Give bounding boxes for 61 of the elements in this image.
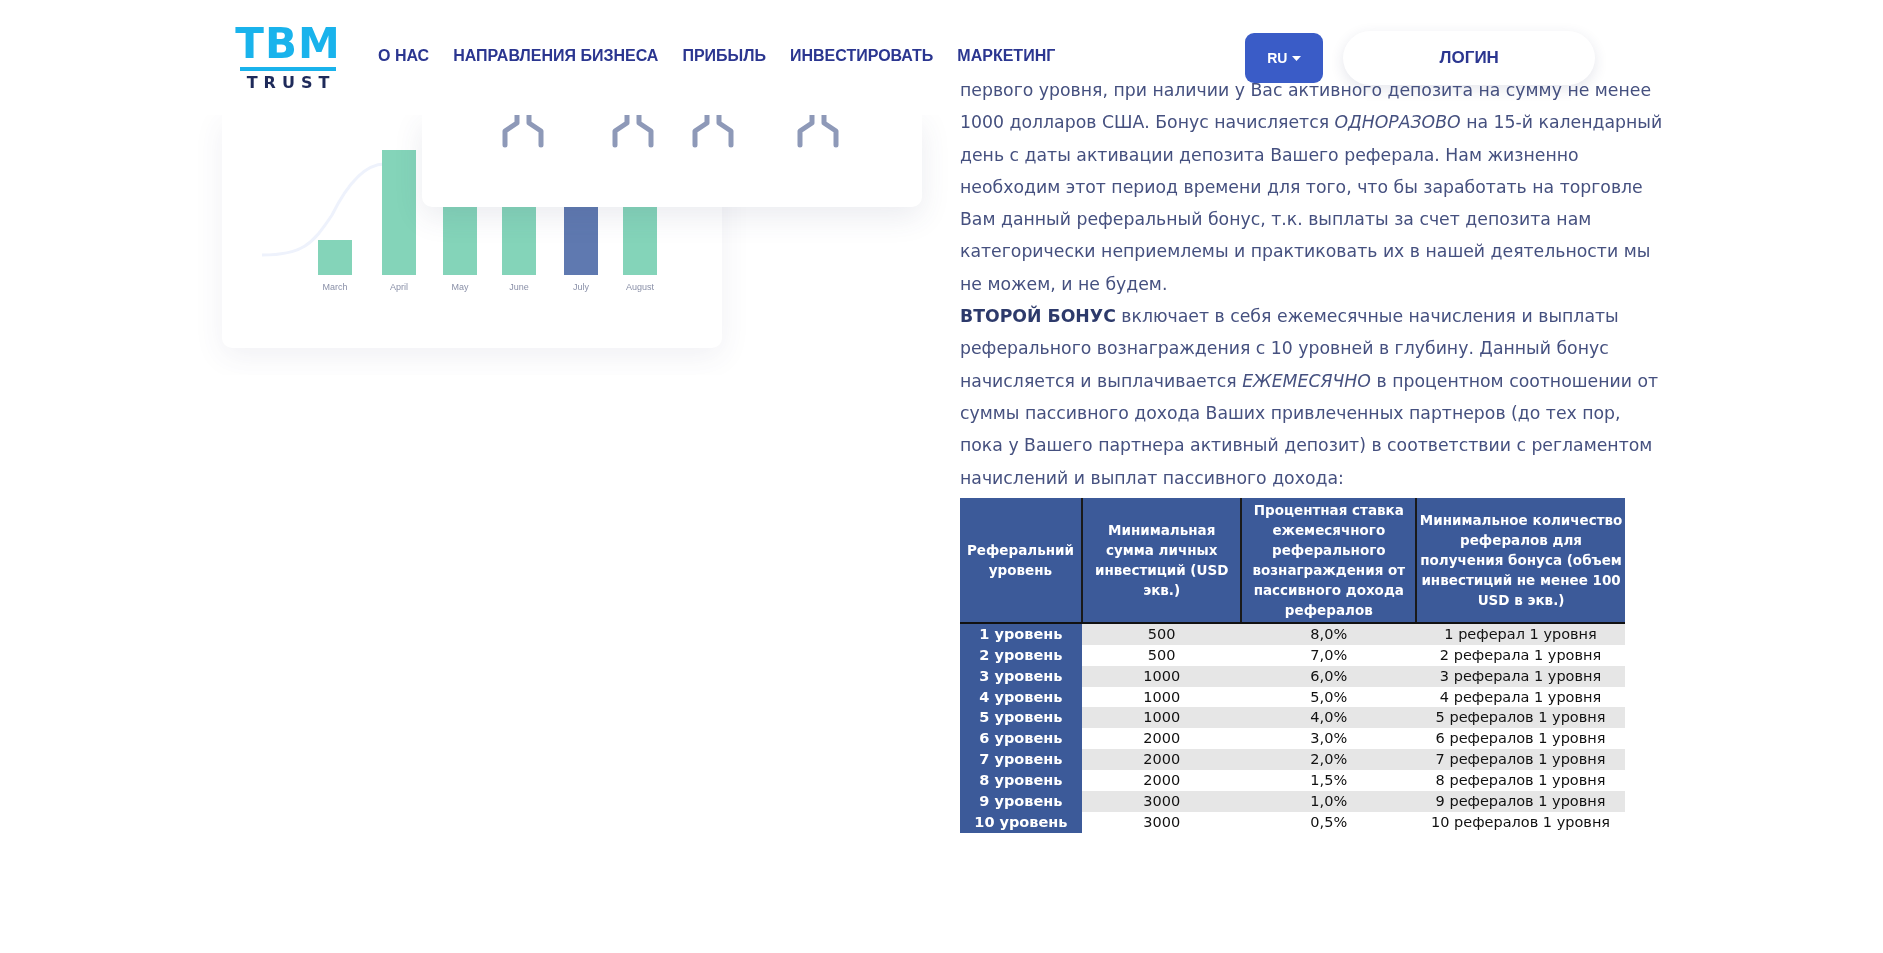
nav-link[interactable]: ПРИБЫЛЬ: [682, 47, 766, 65]
language-button[interactable]: RU: [1245, 33, 1324, 83]
table-cell: 7 уровень: [960, 749, 1082, 771]
table-cell: 6 рефералов 1 уровня: [1416, 728, 1625, 750]
nav-link[interactable]: О НАС: [378, 47, 430, 65]
paragraph: ВТОРОЙ БОНУС включает в себя ежемесячные начисления и выплаты реферального вознаграждения с 10 уровней в глубину. Данный бонус начисляется и выплачивается ЕЖЕМЕСЯЧНО в процентном соотношении от суммы пассивного дохода Ваших привлеченных партнеров (до тех пор, пока у Вашего партнера активный депозит) в соответствии с регламентом начислений и выплат пассивного дохода:: [960, 304, 1660, 490]
table-cell: 5 рефералов 1 уровня: [1416, 707, 1625, 729]
table-cell: 3000: [1081, 791, 1242, 812]
month-label: March: [322, 282, 348, 292]
table-cell: 5,0%: [1241, 686, 1417, 708]
month-label: August: [626, 282, 654, 292]
nav-link[interactable]: НАПРАВЛЕНИЯ БИЗНЕСА: [453, 47, 659, 65]
table-cell: 500: [1081, 644, 1242, 666]
table-cell: 9 уровень: [960, 791, 1082, 812]
table-cell: 3 реферала 1 уровня: [1416, 665, 1625, 687]
table-cell: 0,5%: [1241, 812, 1417, 833]
table-cell: 7,0%: [1241, 644, 1417, 666]
table-cell: 3000: [1081, 812, 1242, 833]
login-button[interactable]: ЛОГИН: [1343, 31, 1596, 85]
month-label: May: [451, 282, 469, 292]
table-cell: 7 рефералов 1 уровня: [1416, 749, 1625, 771]
column-header: Процентная ставка ежемесячного реферального вознаграждения от пассивного дохода рефералов: [1241, 497, 1417, 623]
table-cell: 3 уровень: [960, 665, 1082, 687]
table-cell: 3,0%: [1241, 728, 1417, 750]
table-cell: 2,0%: [1241, 749, 1417, 771]
logo-subtitle: TRUST: [246, 75, 336, 91]
table-cell: 1,5%: [1241, 770, 1417, 792]
table-cell: 8,0%: [1241, 622, 1417, 645]
table-cell: 9 рефералов 1 уровня: [1416, 791, 1625, 812]
month-label: July: [573, 282, 589, 292]
table-cell: 2000: [1081, 770, 1242, 792]
table-cell: 10 рефералов 1 уровня: [1416, 812, 1625, 833]
table-cell: 10 уровень: [960, 812, 1082, 833]
column-header: Минимальное количество рефералов для получения бонуса (объем инвестиций не менее 100 USD в экв.): [1416, 497, 1625, 623]
table-cell: 4 реферала 1 уровня: [1416, 686, 1625, 708]
table-cell: 2 уровень: [960, 644, 1082, 666]
table-cell: 1 реферал 1 уровня: [1416, 622, 1625, 645]
table-cell: 5 уровень: [960, 707, 1082, 729]
caret-icon: [1292, 55, 1302, 61]
table-cell: 6 уровень: [960, 728, 1082, 750]
table-cell: 2000: [1081, 749, 1242, 771]
table-cell: 1 уровень: [960, 622, 1082, 645]
table-cell: 6,0%: [1241, 665, 1417, 687]
nav-link[interactable]: ИНВЕСТИРОВАТЬ: [789, 47, 934, 65]
table-cell: 8 рефералов 1 уровня: [1416, 770, 1625, 792]
table-cell: 2000: [1081, 728, 1242, 750]
logo-title: TBM: [235, 24, 341, 64]
nav-link[interactable]: МАРКЕТИНГ: [957, 47, 1056, 65]
table-cell: 8 уровень: [960, 770, 1082, 792]
column-header: Минимальная сумма личных инвестиций (USD экв.): [1081, 497, 1242, 623]
table-cell: 4 уровень: [960, 686, 1082, 708]
table-cell: 4,0%: [1241, 707, 1417, 729]
table-cell: 1000: [1081, 665, 1242, 687]
table-cell: 2 реферала 1 уровня: [1416, 644, 1625, 666]
table-cell: 1000: [1081, 686, 1242, 708]
table-cell: 1,0%: [1241, 791, 1417, 812]
month-label: April: [390, 282, 408, 292]
table-cell: 500: [1081, 622, 1242, 645]
table-cell: 1000: [1081, 707, 1242, 729]
column-header: Реферальний уровень: [960, 497, 1082, 623]
month-label: June: [509, 282, 529, 292]
